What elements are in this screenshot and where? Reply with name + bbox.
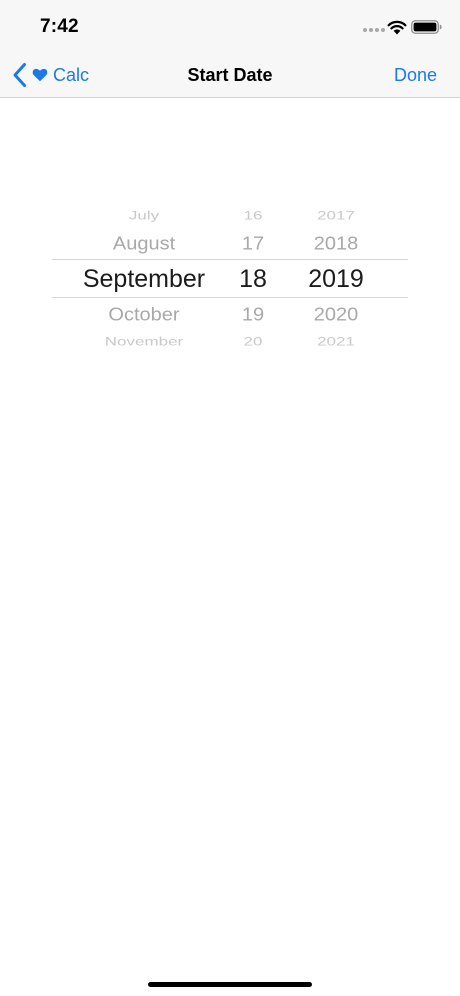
chevron-left-icon bbox=[13, 63, 26, 87]
status-time: 7:42 bbox=[40, 16, 79, 37]
heart-icon bbox=[32, 68, 48, 82]
month-wheel-option[interactable]: October bbox=[64, 302, 224, 328]
year-wheel-option[interactable]: 2018 bbox=[292, 231, 380, 257]
day-wheel-option[interactable]: 16 bbox=[222, 209, 284, 221]
day-wheel-option[interactable]: 18 bbox=[222, 262, 284, 296]
cellular-signal-icon bbox=[363, 28, 385, 34]
month-wheel-option[interactable]: November bbox=[64, 335, 224, 347]
day-wheel-option[interactable]: 20 bbox=[222, 335, 284, 347]
screen: 7:42 Calc Start Date Done July August Se… bbox=[0, 0, 460, 996]
status-bar: 7:42 bbox=[0, 0, 460, 54]
year-wheel-option[interactable]: 2021 bbox=[292, 335, 380, 347]
battery-icon bbox=[411, 20, 442, 34]
day-wheel-option[interactable]: 19 bbox=[222, 302, 284, 328]
year-wheel-option[interactable]: 2019 bbox=[292, 262, 380, 296]
day-wheel-option[interactable]: 17 bbox=[222, 231, 284, 257]
wifi-icon bbox=[387, 20, 407, 35]
back-button-label: Calc bbox=[53, 64, 90, 85]
month-wheel-option[interactable]: August bbox=[64, 231, 224, 257]
month-wheel-option[interactable]: July bbox=[64, 209, 224, 221]
home-indicator[interactable] bbox=[148, 982, 312, 987]
date-picker[interactable]: July August September October November 16 17 18… bbox=[52, 200, 408, 352]
month-wheel-option[interactable]: September bbox=[64, 262, 224, 296]
navigation-bar: Calc Start Date Done bbox=[0, 54, 460, 98]
year-wheel[interactable]: 2017 2018 2019 2020 2021 bbox=[292, 200, 380, 352]
year-wheel-option[interactable]: 2020 bbox=[292, 302, 380, 328]
year-wheel-option[interactable]: 2017 bbox=[292, 209, 380, 221]
done-button[interactable]: Done bbox=[394, 65, 437, 86]
day-wheel[interactable]: 16 17 18 19 20 bbox=[222, 200, 284, 352]
month-wheel[interactable]: July August September October November bbox=[64, 200, 224, 352]
back-button[interactable]: Calc bbox=[12, 60, 89, 90]
